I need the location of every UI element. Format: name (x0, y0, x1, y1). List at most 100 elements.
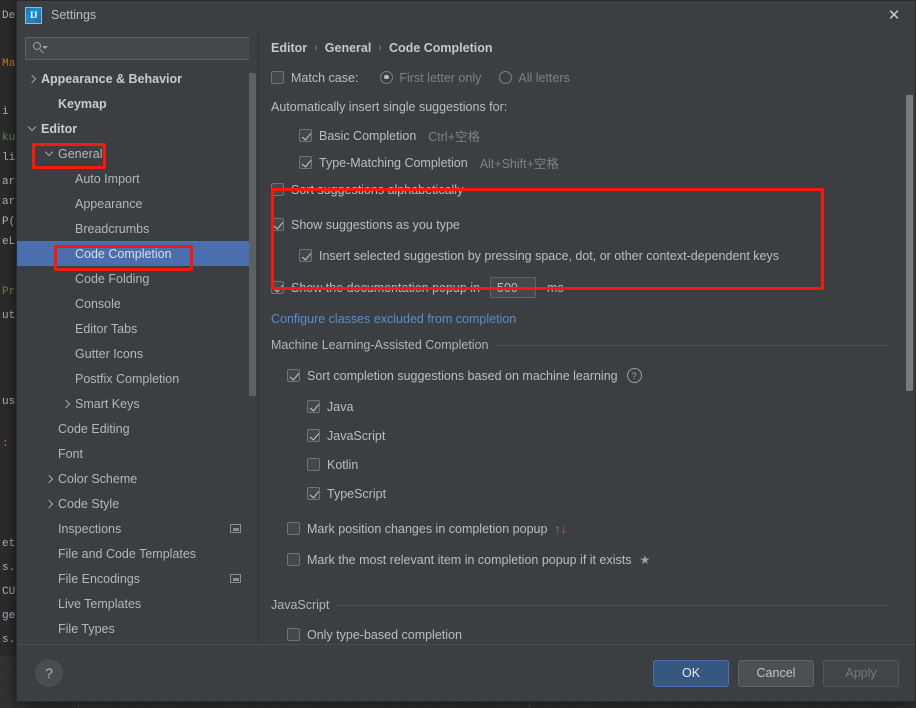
doc-popup-unit: ms (547, 280, 564, 295)
basic-completion-shortcut: Ctrl+空格 (428, 130, 481, 144)
sort-alphabetically-label: Sort suggestions alphabetically (291, 182, 464, 197)
sidebar-item-console[interactable]: Console (17, 291, 258, 316)
sidebar-item-auto-import[interactable]: Auto Import (17, 166, 258, 191)
all-letters-radio[interactable] (499, 71, 513, 84)
sidebar-scrollbar-track[interactable] (249, 29, 258, 645)
dialog-buttons: OK Cancel Apply (653, 659, 899, 687)
type-matching-completion-checkbox[interactable] (299, 156, 312, 169)
sidebar-item-gutter-icons[interactable]: Gutter Icons (17, 341, 258, 366)
ml-lang-typescript-checkbox[interactable] (307, 487, 320, 500)
background-code-line: CU (2, 586, 16, 598)
sidebar-item-label: Console (75, 296, 121, 311)
search-icon (33, 42, 48, 55)
sidebar-item-label: Live Templates (58, 596, 142, 611)
sidebar-item-postfix-completion[interactable]: Postfix Completion (17, 366, 258, 391)
ml-lang-kotlin-checkbox[interactable] (307, 458, 320, 471)
background-code-line: ku (2, 132, 16, 144)
all-letters-label: All letters (518, 70, 570, 85)
mark-relevant-row: Mark the most relevant item in completio… (287, 548, 915, 571)
help-button[interactable]: ? (35, 659, 63, 687)
sidebar-item-breadcrumbs[interactable]: Breadcrumbs (17, 216, 258, 241)
search-box[interactable] (25, 37, 250, 60)
background-code-line: et (2, 538, 16, 550)
only-type-based-label: Only type-based completion (307, 627, 462, 642)
sidebar-item-label: Code Completion (75, 246, 172, 261)
sort-ml-checkbox[interactable] (287, 369, 300, 382)
auto-insert-header-label: Automatically insert single suggestions … (271, 99, 508, 114)
apply-button[interactable]: Apply (823, 659, 899, 687)
sidebar-item-editor[interactable]: Editor (17, 116, 258, 141)
sidebar-item-label: Font (58, 446, 84, 461)
sidebar-item-label: File and Code Templates (58, 546, 197, 561)
sidebar-item-file-encodings[interactable]: File Encodings (17, 566, 258, 591)
chevron-right-icon[interactable] (44, 498, 55, 509)
ok-button[interactable]: OK (653, 659, 729, 687)
chevron-right-icon[interactable] (27, 73, 38, 84)
sidebar-item-code-folding[interactable]: Code Folding (17, 266, 258, 291)
mark-position-checkbox[interactable] (287, 522, 300, 535)
insert-selected-checkbox[interactable] (299, 249, 312, 262)
sidebar-item-code-editing[interactable]: Code Editing (17, 416, 258, 441)
sidebar-item-label: File Encodings (58, 571, 140, 586)
help-icon[interactable] (626, 368, 642, 383)
sidebar-item-general[interactable]: General (17, 141, 258, 166)
configure-excluded-link[interactable]: Configure classes excluded from completi… (271, 312, 516, 326)
sidebar-item-smart-keys[interactable]: Smart Keys (17, 391, 258, 416)
only-type-based-checkbox[interactable] (287, 628, 300, 641)
first-letter-only-radio[interactable] (380, 71, 394, 84)
chevron-right-icon[interactable] (44, 473, 55, 484)
sidebar-item-label: Breadcrumbs (75, 221, 150, 236)
insert-selected-row: Insert selected suggestion by pressing s… (299, 244, 915, 267)
doc-popup-delay-input[interactable] (490, 277, 537, 298)
sidebar-item-code-style[interactable]: Code Style (17, 491, 258, 516)
search-input[interactable] (46, 40, 249, 57)
sidebar-item-appearance-behavior[interactable]: Appearance & Behavior (17, 66, 258, 91)
sidebar-item-keymap[interactable]: Keymap (17, 91, 258, 116)
match-case-checkbox[interactable] (271, 71, 284, 84)
chevron-down-icon[interactable] (44, 148, 55, 159)
close-icon[interactable]: ✕ (879, 4, 909, 26)
ml-lang-javascript-checkbox[interactable] (307, 429, 320, 442)
sort-alphabetically-checkbox[interactable] (271, 183, 284, 196)
sidebar-item-live-templates[interactable]: Live Templates (17, 591, 258, 616)
first-letter-only-label: First letter only (399, 70, 482, 85)
sidebar-item-appearance[interactable]: Appearance (17, 191, 258, 216)
doc-popup-checkbox[interactable] (271, 281, 284, 294)
chevron-right-icon[interactable] (61, 398, 72, 409)
sidebar-item-label: Keymap (58, 96, 107, 111)
sidebar-item-inspections[interactable]: Inspections (17, 516, 258, 541)
dialog-title: Settings (51, 8, 97, 22)
content-scrollbar-track[interactable] (905, 29, 915, 645)
ml-lang-javascript-row: JavaScript (307, 424, 915, 447)
breadcrumb-item-code-completion[interactable]: Code Completion (389, 41, 492, 55)
sidebar-item-color-scheme[interactable]: Color Scheme (17, 466, 258, 491)
breadcrumb-item-general[interactable]: General (325, 41, 372, 55)
mark-position-row: Mark position changes in completion popu… (287, 517, 915, 540)
cancel-button[interactable]: Cancel (738, 659, 814, 687)
breadcrumb-item-editor[interactable]: Editor (271, 41, 307, 55)
sidebar-item-font[interactable]: Font (17, 441, 258, 466)
ml-section-header: Machine Learning-Assisted Completion (271, 338, 889, 352)
chevron-down-icon[interactable] (27, 123, 38, 134)
basic-completion-checkbox[interactable] (299, 129, 312, 142)
show-suggestions-checkbox[interactable] (271, 218, 284, 231)
project-scope-icon (230, 524, 241, 533)
ml-lang-kotlin-row: Kotlin (307, 453, 915, 476)
match-case-radio-all[interactable]: All letters (499, 70, 570, 85)
sidebar-item-editor-tabs[interactable]: Editor Tabs (17, 316, 258, 341)
sidebar-scrollbar-thumb[interactable] (249, 73, 256, 396)
mark-relevant-checkbox[interactable] (287, 553, 300, 566)
content-scrollbar-thumb[interactable] (906, 95, 913, 391)
type-matching-completion-label: Type-Matching Completion (319, 155, 468, 170)
show-suggestions-label: Show suggestions as you type (291, 217, 460, 232)
background-code-line: ge (2, 610, 16, 622)
sidebar-item-file-and-code-templates[interactable]: File and Code Templates (17, 541, 258, 566)
match-case-radio-first[interactable]: First letter only (380, 71, 481, 85)
sort-alphabetically-row: Sort suggestions alphabetically (271, 178, 915, 201)
sidebar-item-code-completion[interactable]: Code Completion (17, 241, 258, 266)
background-code-line: eL (2, 236, 16, 248)
ml-lang-java-checkbox[interactable] (307, 400, 320, 413)
sidebar-item-file-types[interactable]: File Types (17, 616, 258, 641)
